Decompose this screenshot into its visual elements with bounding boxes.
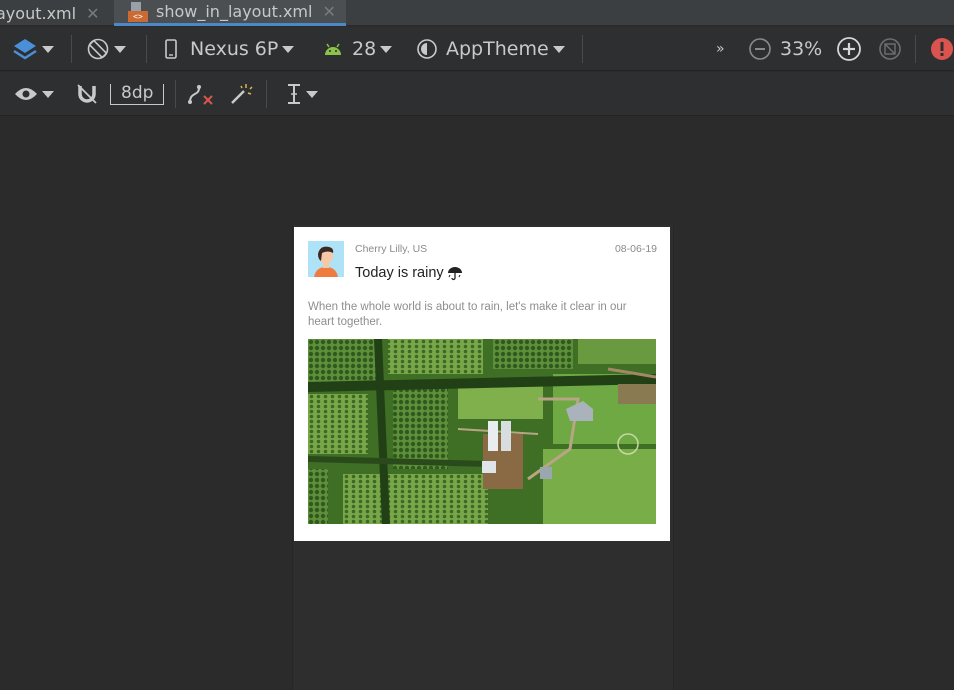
post-image bbox=[308, 339, 656, 524]
editor-tab-bar: ayout.xml ✕ <> show_in_layout.xml ✕ bbox=[0, 0, 954, 26]
autoconnect-toggle[interactable] bbox=[76, 72, 98, 116]
zoom-to-fit-button[interactable] bbox=[878, 27, 902, 71]
rotate-icon bbox=[87, 38, 109, 60]
clear-constraints-button[interactable] bbox=[187, 72, 215, 116]
device-label: Nexus 6P bbox=[190, 38, 279, 60]
api-level-label: 28 bbox=[352, 38, 377, 60]
orientation-button[interactable] bbox=[86, 27, 126, 71]
design-toolbar: Nexus 6P 28 AppTheme » 33% bbox=[0, 27, 954, 71]
design-surface-button[interactable] bbox=[12, 27, 54, 71]
avatar bbox=[308, 241, 344, 277]
tab-label: show_in_layout.xml bbox=[156, 2, 313, 21]
chevron-down-icon bbox=[306, 90, 318, 98]
theme-label: AppTheme bbox=[446, 38, 549, 60]
android-icon bbox=[325, 43, 341, 55]
margin-label: 8dp bbox=[110, 83, 165, 105]
clear-constraints-icon bbox=[188, 85, 213, 105]
zoom-label: 33% bbox=[780, 38, 823, 60]
text-cursor-icon bbox=[288, 84, 300, 104]
tab-label: ayout.xml bbox=[0, 3, 77, 23]
issues-button[interactable] bbox=[930, 27, 954, 71]
post-card[interactable]: Cherry Lilly, US 08-06-19 Today is rainy… bbox=[294, 227, 670, 541]
default-margin-selector[interactable]: 8dp bbox=[110, 72, 165, 116]
guidelines-button[interactable] bbox=[286, 72, 318, 116]
chevron-down-icon bbox=[380, 45, 393, 53]
zoom-out-button[interactable] bbox=[748, 27, 772, 71]
post-date: 08-06-19 bbox=[614, 243, 657, 255]
magnet-icon bbox=[77, 84, 97, 104]
phone-icon bbox=[165, 39, 177, 59]
chevron-down-icon bbox=[282, 45, 295, 53]
view-options-button[interactable] bbox=[14, 72, 54, 116]
layers-icon bbox=[13, 39, 37, 60]
theme-selector[interactable]: AppTheme bbox=[416, 27, 565, 71]
chevron-down-icon bbox=[552, 45, 565, 53]
theme-icon bbox=[417, 39, 437, 59]
zoom-out-icon bbox=[749, 38, 771, 60]
api-level-selector[interactable]: 28 bbox=[323, 27, 393, 71]
overflow-button[interactable]: » bbox=[716, 27, 725, 71]
zoom-in-button[interactable] bbox=[836, 27, 862, 71]
zoom-level: 33% bbox=[780, 27, 822, 71]
overflow-icon: » bbox=[716, 41, 725, 57]
chevron-down-icon bbox=[42, 45, 54, 53]
xml-file-icon: <> bbox=[128, 1, 148, 22]
post-title: Today is rainy bbox=[355, 265, 463, 281]
device-selector[interactable]: Nexus 6P bbox=[164, 27, 295, 71]
close-icon[interactable]: ✕ bbox=[86, 4, 99, 23]
zoom-in-icon bbox=[837, 37, 861, 61]
zoom-reset-icon bbox=[879, 38, 901, 60]
close-icon[interactable]: ✕ bbox=[322, 2, 335, 21]
tab-show-in-layout-xml[interactable]: <> show_in_layout.xml ✕ bbox=[114, 0, 346, 26]
layout-toolbar: 8dp bbox=[0, 72, 954, 116]
error-icon bbox=[931, 38, 953, 60]
author-location: Cherry Lilly, US bbox=[355, 243, 428, 255]
eye-icon bbox=[15, 88, 37, 100]
post-body: When the whole world is about to rain, l… bbox=[308, 301, 627, 328]
infer-constraints-button[interactable] bbox=[229, 72, 253, 116]
magic-wand-icon bbox=[231, 84, 253, 104]
chevron-down-icon bbox=[42, 90, 54, 98]
umbrella-rain-icon bbox=[447, 267, 462, 281]
tab-layout-xml[interactable]: ayout.xml ✕ bbox=[0, 0, 99, 26]
chevron-down-icon bbox=[114, 45, 126, 53]
post-title-text: Today is rainy bbox=[355, 265, 444, 281]
